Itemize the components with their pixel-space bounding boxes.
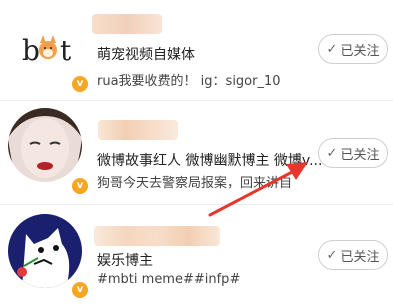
user-description: rua我要收费的！ ig：sigor_10 xyxy=(97,74,281,89)
followed-button-label: 已关注 xyxy=(340,147,380,163)
check-icon: ✓ xyxy=(326,247,338,263)
bt-logo-avatar: b t xyxy=(22,34,72,67)
avatar[interactable] xyxy=(8,214,82,288)
followed-button-label: 已关注 xyxy=(340,43,380,59)
followed-button[interactable]: ✓ 已关注 xyxy=(318,34,388,64)
username-blurred[interactable] xyxy=(94,226,220,246)
username-blurred[interactable] xyxy=(92,14,162,34)
user-bio: 微博故事红人 微博幽默博主 微博v... xyxy=(97,153,323,169)
user-row-3[interactable]: v 娱乐博主 #mbti meme##infp# ✓ 已关注 xyxy=(0,204,393,305)
followed-button[interactable]: ✓ 已关注 xyxy=(318,138,388,168)
verified-v-icon: v xyxy=(70,280,90,300)
followed-button-label: 已关注 xyxy=(340,249,380,265)
check-icon: ✓ xyxy=(326,41,338,57)
verified-v-icon: v xyxy=(70,74,90,94)
followed-button[interactable]: ✓ 已关注 xyxy=(318,240,388,270)
verified-v-icon: v xyxy=(70,176,90,196)
svg-text:b: b xyxy=(22,34,40,67)
portrait-avatar xyxy=(8,108,82,182)
user-row-2[interactable]: v 微博故事红人 微博幽默博主 微博v... 狗哥今天去警察局报案，回来讲自 ✓… xyxy=(0,100,393,204)
check-icon: ✓ xyxy=(326,145,338,161)
user-bio: 萌宠视频自媒体 xyxy=(97,47,195,63)
username-blurred[interactable] xyxy=(98,120,178,140)
avatar[interactable]: b t xyxy=(10,10,84,84)
user-bio: 娱乐博主 xyxy=(97,253,153,269)
user-row-1[interactable]: b t v 萌宠视频自媒体 rua我要收费的！ ig：sigor_10 ✓ 已关… xyxy=(0,0,393,100)
svg-text:t: t xyxy=(60,34,72,67)
avatar[interactable] xyxy=(8,108,82,182)
user-description: #mbti meme##infp# xyxy=(97,272,241,287)
user-description: 狗哥今天去警察局报案，回来讲自 xyxy=(97,176,293,191)
cartoon-cat-avatar xyxy=(8,214,82,288)
